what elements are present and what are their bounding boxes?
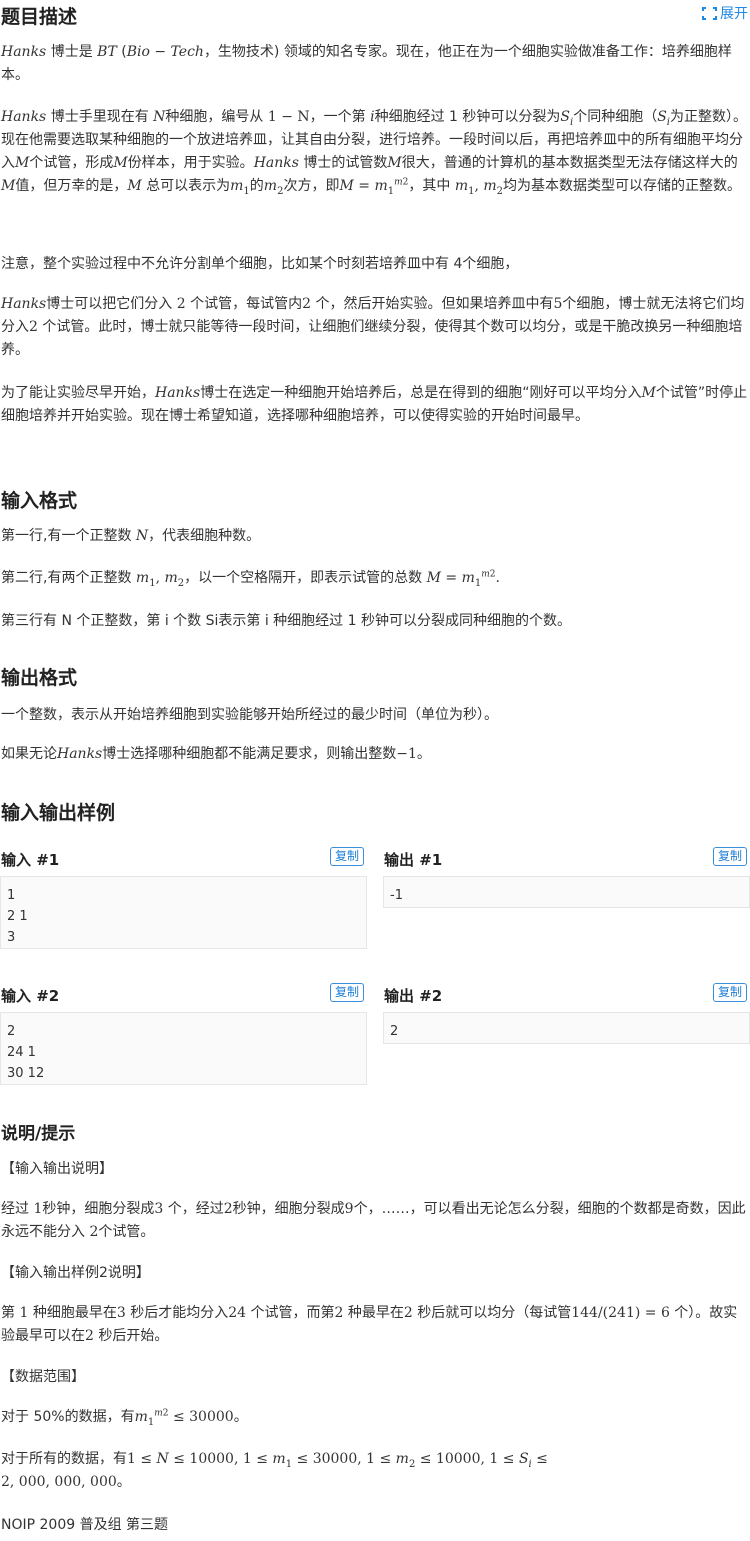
problem-source: NOIP 2009 普及组 第三题 — [1, 1517, 169, 1533]
sample-output-2-label: 输出 #2 — [384, 987, 443, 1005]
hint-paragraph-2: 第 1 种细胞最早在3 秒后才能均分入24 个试管，而第2 种最早在2 秒后就可… — [1, 1305, 738, 1344]
code-line: 1 — [7, 888, 16, 903]
input-format-line-2: 第二行,有两个正整数 m1, m2，以一个空格隔开，即表示试管的总数 M = m… — [1, 569, 500, 589]
code-line: 3 — [7, 930, 16, 945]
hint-paragraph-1: 经过 1秒钟，细胞分裂成3 个，经过2秒钟，细胞分裂成9个，……，可以看出无论怎… — [1, 1201, 746, 1240]
hint-title: 说明/提示 — [1, 1124, 76, 1144]
output-format-line-2: 如果无论Hanks博士选择哪种细胞都不能满足要求，则输出整数−1。 — [1, 746, 431, 762]
copy-input-2-button[interactable]: 复制 — [330, 983, 364, 1002]
expand-brackets-icon — [702, 6, 717, 20]
sample-output-2-box[interactable]: 2 — [383, 1012, 750, 1044]
hint-paragraph-3: 对于 50%的数据，有m1m2 ≤ 30000。 — [1, 1408, 248, 1428]
sample-input-1-box[interactable]: 1 2 1 3 — [0, 876, 367, 949]
code-line: 30 12 — [7, 1066, 45, 1081]
input-format-line-1: 第一行,有一个正整数 N，代表细胞种数。 — [1, 528, 261, 544]
input-format-title: 输入格式 — [1, 490, 78, 512]
copy-input-1-button[interactable]: 复制 — [330, 847, 364, 866]
input-format-line-3: 第三行有 N 个正整数，第 i 个数 Si表示第 i 种细胞经过 1 秒钟可以分… — [1, 613, 571, 629]
description-paragraph-2: Hanks 博士手里现在有 N种细胞，编号从 1 − N，一个第 i种细胞经过 … — [1, 109, 747, 197]
code-line: 2 — [390, 1024, 399, 1039]
description-paragraph-3: 注意，整个实验过程中不允许分割单个细胞，比如某个时刻若培养皿中有 4个细胞， — [1, 256, 519, 272]
problem-description-title: 题目描述 — [1, 6, 78, 28]
sample-input-2-box[interactable]: 2 24 1 30 12 — [0, 1012, 367, 1085]
sample-output-1-label: 输出 #1 — [384, 851, 443, 869]
hint-heading-1: 【输入输出说明】 — [1, 1161, 113, 1177]
description-paragraph-5: 为了能让实验尽早开始，Hanks博士在选定一种细胞开始培养后，总是在得到的细胞“… — [1, 385, 748, 424]
output-format-title: 输出格式 — [1, 667, 78, 689]
sample-input-2-label: 输入 #2 — [1, 987, 60, 1005]
sample-input-1-label: 输入 #1 — [1, 851, 60, 869]
expand-button[interactable]: 展开 — [702, 3, 748, 23]
hint-heading-2: 【输入输出样例2说明】 — [1, 1265, 150, 1281]
expand-label: 展开 — [720, 6, 748, 22]
hint-paragraph-4: 对于所有的数据，有1 ≤ N ≤ 10000, 1 ≤ m1 ≤ 30000, … — [1, 1451, 548, 1490]
hint-heading-3: 【数据范围】 — [1, 1369, 85, 1385]
code-line: 2 1 — [7, 909, 28, 924]
copy-output-2-button[interactable]: 复制 — [713, 983, 747, 1002]
description-paragraph-4: Hanks博士可以把它们分入 2 个试管，每试管内2 个，然后开始实验。但如果培… — [1, 296, 745, 358]
output-format-line-1: 一个整数，表示从开始培养细胞到实验能够开始所经过的最少时间（单位为秒）。 — [1, 707, 498, 723]
code-line: 24 1 — [7, 1045, 36, 1060]
samples-title: 输入输出样例 — [1, 802, 116, 824]
sample-output-1-box[interactable]: -1 — [383, 876, 750, 908]
code-line: -1 — [390, 888, 403, 903]
copy-output-1-button[interactable]: 复制 — [713, 847, 747, 866]
description-paragraph-1: Hanks 博士是 BT (Bio − Tech，生物技术) 领域的知名专家。现… — [1, 44, 732, 83]
code-line: 2 — [7, 1024, 16, 1039]
